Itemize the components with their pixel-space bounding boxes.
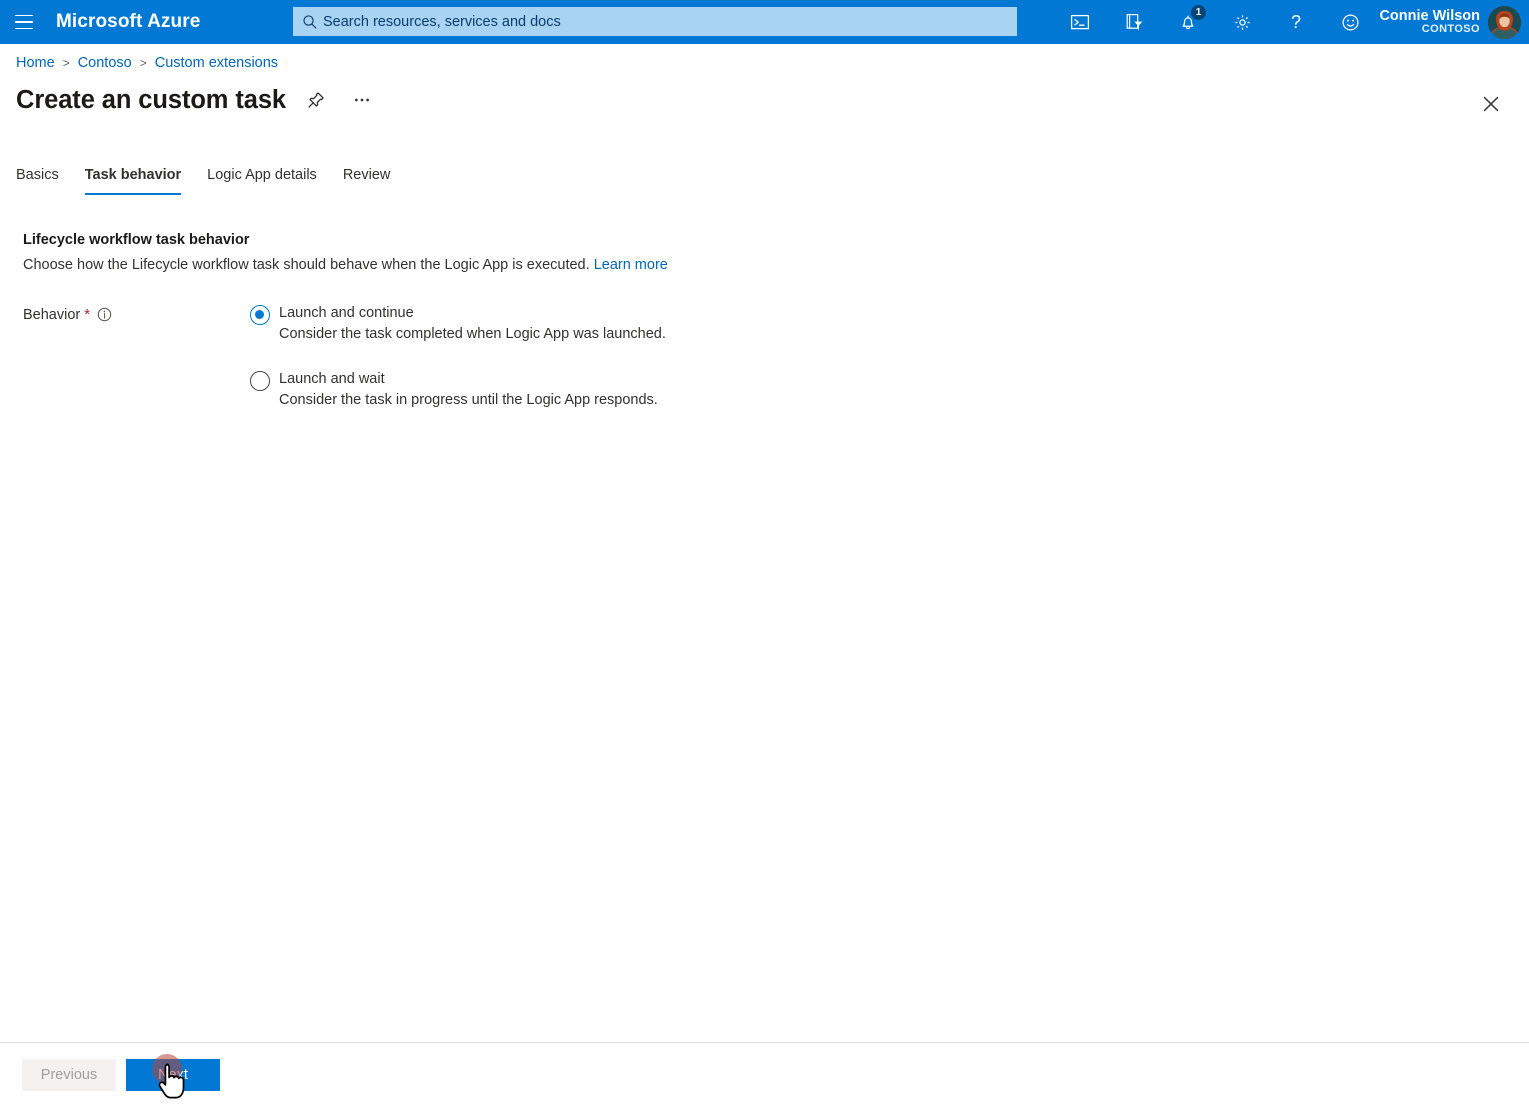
section-description: Choose how the Lifecycle workflow task s… xyxy=(23,257,668,273)
cloud-shell-icon[interactable] xyxy=(1053,0,1107,44)
directories-filter-icon[interactable] xyxy=(1107,0,1161,44)
previous-button[interactable]: Previous xyxy=(22,1058,116,1091)
azure-top-header: Microsoft Azure Search resources, servic… xyxy=(0,0,1529,44)
help-question-icon[interactable]: ? xyxy=(1269,0,1323,44)
breadcrumb-item-home[interactable]: Home xyxy=(16,55,55,71)
tab-logic-app-details[interactable]: Logic App details xyxy=(207,163,317,195)
info-icon[interactable] xyxy=(97,307,112,322)
tab-review[interactable]: Review xyxy=(343,163,391,195)
wizard-tabs: Basics Task behavior Logic App details R… xyxy=(16,163,416,195)
search-icon xyxy=(303,14,317,29)
behavior-radio-group: Launch and continue Consider the task co… xyxy=(250,303,666,411)
header-icon-group: 1 ? xyxy=(1053,0,1377,44)
radio-label-launch-and-wait[interactable]: Launch and wait xyxy=(279,369,658,390)
user-avatar[interactable] xyxy=(1488,5,1521,39)
hamburger-menu-icon[interactable] xyxy=(0,0,48,44)
page-title-row: Create an custom task xyxy=(16,84,378,116)
radio-label-launch-and-continue[interactable]: Launch and continue xyxy=(279,303,666,324)
hamburger-line xyxy=(15,14,33,17)
breadcrumb-separator: > xyxy=(139,56,147,70)
radio-option-launch-and-wait[interactable]: Launch and wait Consider the task in pro… xyxy=(250,369,666,411)
section-description-text: Choose how the Lifecycle workflow task s… xyxy=(23,257,590,273)
radio-option-launch-and-continue[interactable]: Launch and continue Consider the task co… xyxy=(250,303,666,345)
settings-gear-icon[interactable] xyxy=(1215,0,1269,44)
radio-button-launch-and-continue[interactable] xyxy=(250,305,270,325)
global-search-box[interactable]: Search resources, services and docs xyxy=(293,7,1017,36)
breadcrumb-separator: > xyxy=(62,56,70,70)
tab-task-behavior[interactable]: Task behavior xyxy=(84,163,182,195)
radio-option-text: Launch and continue Consider the task co… xyxy=(279,303,666,345)
breadcrumb-item-custom-extensions[interactable]: Custom extensions xyxy=(155,55,278,71)
notifications-bell-icon[interactable]: 1 xyxy=(1161,0,1215,44)
radio-description-launch-and-continue: Consider the task completed when Logic A… xyxy=(279,326,666,343)
more-ellipsis-icon[interactable] xyxy=(346,84,378,116)
breadcrumb-item-contoso[interactable]: Contoso xyxy=(78,55,132,71)
behavior-label-text: Behavior xyxy=(23,306,81,323)
hamburger-line xyxy=(15,21,33,23)
notification-count-badge: 1 xyxy=(1191,5,1206,20)
radio-option-text: Launch and wait Consider the task in pro… xyxy=(279,369,658,411)
pin-icon[interactable] xyxy=(300,84,332,116)
learn-more-link[interactable]: Learn more xyxy=(594,257,668,273)
user-identity-text: Connie Wilson CONTOSO xyxy=(1379,7,1480,36)
user-tenant: CONTOSO xyxy=(1421,22,1480,35)
global-search-placeholder: Search resources, services and docs xyxy=(323,13,561,30)
feedback-smiley-icon[interactable] xyxy=(1323,0,1377,44)
behavior-field-label: Behavior * xyxy=(23,306,112,323)
user-account-menu[interactable]: Connie Wilson CONTOSO xyxy=(1379,0,1521,44)
next-button[interactable]: Next xyxy=(126,1058,220,1091)
required-asterisk: * xyxy=(84,306,91,323)
close-icon[interactable] xyxy=(1475,88,1507,120)
section-heading: Lifecycle workflow task behavior xyxy=(23,232,250,248)
wizard-footer: Previous Next xyxy=(0,1043,1529,1106)
page-title: Create an custom task xyxy=(16,85,287,114)
hamburger-line xyxy=(15,27,33,30)
user-name: Connie Wilson xyxy=(1379,7,1480,24)
svg-text:?: ? xyxy=(1291,12,1301,32)
breadcrumb: Home > Contoso > Custom extensions xyxy=(16,55,278,71)
radio-description-launch-and-wait: Consider the task in progress until the … xyxy=(279,392,658,409)
radio-button-launch-and-wait[interactable] xyxy=(250,371,270,392)
tab-basics[interactable]: Basics xyxy=(16,163,59,195)
azure-brand-logo-text[interactable]: Microsoft Azure xyxy=(56,11,200,33)
